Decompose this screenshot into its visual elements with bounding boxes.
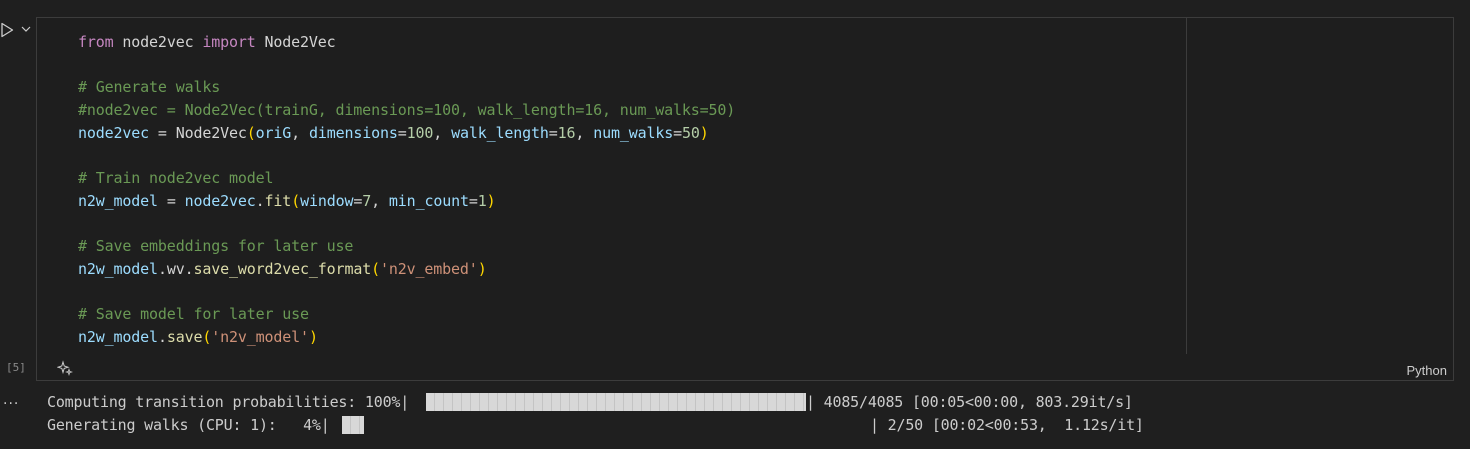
output-line-prefix: Generating walks (CPU: 1): 4%| [47,416,330,434]
code-token: num_walks [593,123,674,142]
code-token: 1 [477,191,487,210]
code-token: ) [477,260,487,278]
code-token: 50 [682,123,700,142]
code-token: # Save model for later use [78,305,309,324]
output-line-prefix: Computing transition probabilities: 100%… [47,393,410,411]
code-token: ) [699,123,709,142]
progress-bar-fill [426,393,806,411]
run-cell-icon[interactable] [0,22,14,38]
code-token: . [157,328,167,347]
code-token: n2w_model [78,191,158,210]
code-token: # Generate walks [78,78,221,97]
code-token: , [371,191,389,210]
code-line: # Train node2vec model [78,168,274,188]
chevron-down-icon[interactable] [21,25,31,33]
code-line: n2w_model = node2vec.fit(window=7, min_c… [78,191,496,211]
code-token: Node2Vec [255,33,336,51]
code-token: n2w_model [78,260,158,278]
code-token: from [78,33,114,51]
code-token: node2vec [184,191,256,210]
code-token: = [397,123,407,142]
code-token: save [166,328,203,347]
output-line-suffix: | 2/50 [00:02<00:53, 1.12s/it] [870,416,1144,434]
code-token: # Save embeddings for later use [78,237,354,256]
code-token: 7 [362,191,372,210]
code-token: Node2Vec [175,123,247,142]
sparkle-icon[interactable] [57,360,73,376]
code-token: oriG [255,123,292,142]
output-line-suffix: | 4085/4085 [00:05<00:00, 803.29it/s] [806,393,1133,411]
code-token: ( [246,123,256,142]
code-token: n2w_model [78,328,158,347]
code-editor[interactable]: from node2vec import Node2Vec # Generate … [37,18,1187,354]
code-line: #node2vec = Node2Vec(trainG, dimensions=… [78,100,735,120]
execution-count: [5] [6,361,26,374]
code-token: .wv. [157,260,194,278]
code-token: = [149,123,176,142]
code-token: 100 [406,123,434,142]
code-token: , [575,123,594,142]
code-token: ( [202,328,212,347]
code-token: 'n2v_model' [211,328,309,347]
code-token: ) [486,191,496,210]
language-selector[interactable]: Python [1407,363,1447,378]
code-token: 'n2v_embed' [379,260,478,278]
code-token: walk_length [451,123,549,142]
code-token: #node2vec = Node2Vec(trainG, dimensions=… [78,101,736,120]
code-line: n2w_model.save('n2v_model') [78,327,318,347]
progress-bar-fill [342,416,364,434]
code-token: = [157,191,185,210]
code-token: = [673,123,683,142]
code-token: node2vec [113,33,203,51]
output-more-actions[interactable]: ... [3,392,19,408]
code-token: node2vec [78,123,150,142]
code-token: = [468,191,478,210]
code-token: ( [291,191,301,210]
code-cell[interactable]: from node2vec import Node2Vec # Generate … [36,17,1454,381]
code-token: 16 [557,123,576,142]
code-line: n2w_model.wv.save_word2vec_format('n2v_e… [78,259,487,279]
code-token: fit [264,191,292,210]
code-token: save_word2vec_format [193,260,372,278]
code-token: = [353,191,363,210]
code-line: # Save embeddings for later use [78,236,353,256]
code-token: import [202,33,256,51]
code-token: min_count [388,191,469,210]
code-token: dimensions [308,123,398,142]
code-token: . [255,191,265,210]
code-token: ) [308,328,318,347]
code-token: window [300,191,354,210]
code-line: node2vec = Node2Vec(oriG, dimensions=100… [78,123,709,143]
code-line: # Save model for later use [78,304,309,324]
code-token: ( [371,260,380,278]
code-line: # Generate walks [78,77,220,97]
code-token: , [291,123,309,142]
code-line: from node2vec import Node2Vec [78,32,336,52]
code-token: , [433,123,452,142]
code-token: = [548,123,558,142]
code-token: # Train node2vec model [78,169,274,188]
